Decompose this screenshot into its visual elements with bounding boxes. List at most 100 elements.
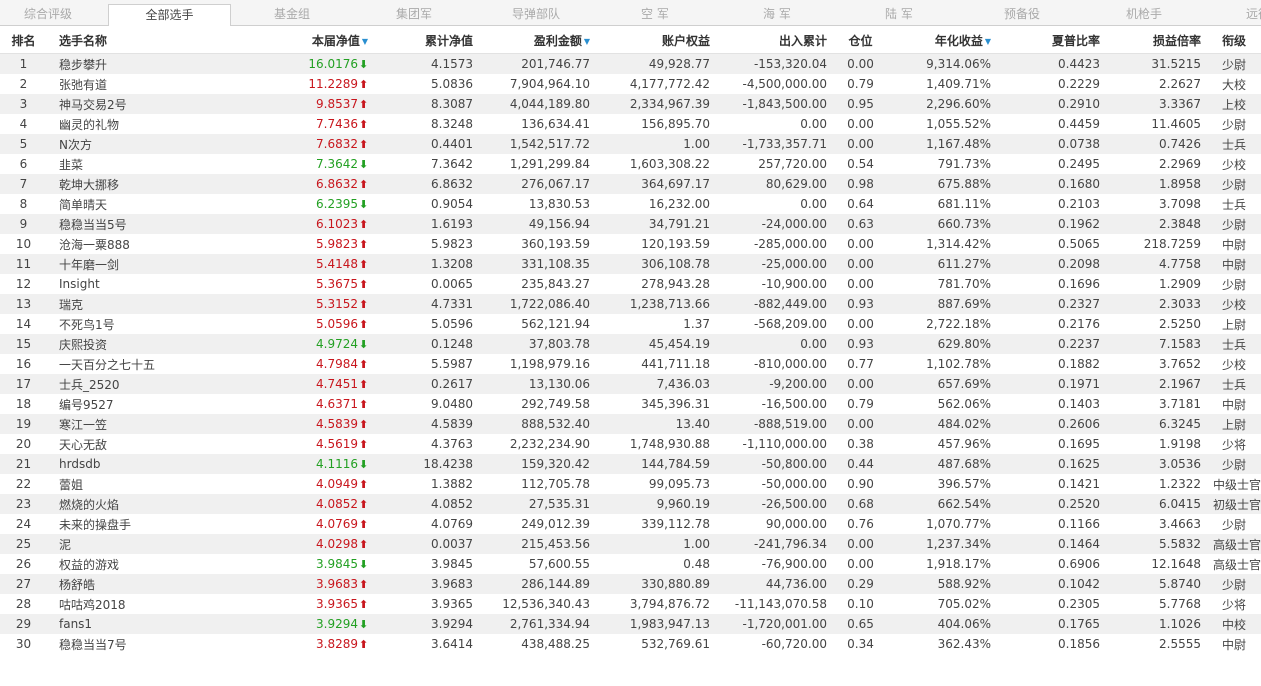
cell-player-name[interactable]: 张弛有道 (47, 74, 250, 94)
table-row[interactable]: 21 hrdsdb 4.1116⬇ 18.4238 159,320.42 144,784.… (0, 454, 1261, 474)
header-nav[interactable]: 本届净值 ▼ (250, 27, 374, 54)
cell-player-name[interactable]: N次方 (47, 134, 250, 154)
table-row[interactable]: 19 寒江一笠 4.5839⬆ 4.5839 888,532.40 13.40 -888,5… (0, 414, 1261, 434)
tab-overall-rating[interactable]: 综合评级 (24, 0, 72, 26)
table-row[interactable]: 11 十年磨一剑 5.4148⬆ 1.3208 331,108.35 306,108.78… (0, 254, 1261, 274)
table-row[interactable]: 9 稳稳当当5号 6.1023⬆ 1.6193 49,156.94 34,791.21 -2… (0, 214, 1261, 234)
cell-nav: 5.3675⬆ (250, 274, 374, 294)
tab-all-players[interactable]: 全部选手 (108, 4, 231, 26)
cell-player-name[interactable]: 幽灵的礼物 (47, 114, 250, 134)
table-row[interactable]: 6 韭菜 7.3642⬇ 7.3642 1,291,299.84 1,603,308.22… (0, 154, 1261, 174)
cell-sharpe-ratio: 0.1882 (997, 354, 1106, 374)
cell-player-name[interactable]: 稳步攀升 (47, 53, 250, 74)
cell-player-name[interactable]: 一天百分之七十五 (47, 354, 250, 374)
table-row[interactable]: 30 稳稳当当7号 3.8289⬆ 3.6414 438,488.25 532,769.6… (0, 634, 1261, 654)
table-row[interactable]: 24 未来的操盘手 4.0769⬆ 4.0769 249,012.39 339,112.7… (0, 514, 1261, 534)
table-row[interactable]: 26 权益的游戏 3.9845⬇ 3.9845 57,600.55 0.48 -76,900… (0, 554, 1261, 574)
cell-flow-total: -60,720.00 (716, 634, 833, 654)
cell-cumulative-nav: 5.0836 (374, 74, 479, 94)
table-row[interactable]: 15 庆熙投资 4.9724⬇ 0.1248 37,803.78 45,454.19 0.0… (0, 334, 1261, 354)
cell-player-name[interactable]: 泥 (47, 534, 250, 554)
nav-value: 5.9823 (316, 237, 358, 251)
cell-rank-title: 少校 (1207, 154, 1261, 174)
tab-reserve[interactable]: 预备役 (1004, 0, 1040, 26)
cell-player-name[interactable]: 杨舒皓 (47, 574, 250, 594)
table-row[interactable]: 29 fans1 3.9294⬇ 3.9294 2,761,334.94 1,983,94… (0, 614, 1261, 634)
tab-group-army[interactable]: 集团军 (396, 0, 432, 26)
table-row[interactable]: 3 神马交易2号 9.8537⬆ 8.3087 4,044,189.80 2,334,96… (0, 94, 1261, 114)
table-row[interactable]: 20 天心无敌 4.5619⬆ 4.3763 2,232,234.90 1,748,930… (0, 434, 1261, 454)
cell-player-name[interactable]: 士兵_2520 (47, 374, 250, 394)
cell-player-name[interactable]: 稳稳当当5号 (47, 214, 250, 234)
tab-missile-force[interactable]: 导弹部队 (512, 0, 560, 26)
table-row[interactable]: 10 沧海一粟888 5.9823⬆ 5.9823 360,193.59 120,193.… (0, 234, 1261, 254)
cell-nav: 4.5619⬆ (250, 434, 374, 454)
cell-player-name[interactable]: fans1 (47, 614, 250, 634)
cell-player-name[interactable]: 沧海一粟888 (47, 234, 250, 254)
table-row[interactable]: 23 燃烧的火焰 4.0852⬆ 4.0852 27,535.31 9,960.19 -26… (0, 494, 1261, 514)
cell-player-name[interactable]: 天心无敌 (47, 434, 250, 454)
table-row[interactable]: 22 蕾姐 4.0949⬆ 1.3882 112,705.78 99,095.73 -50,… (0, 474, 1261, 494)
cell-player-name[interactable]: 韭菜 (47, 154, 250, 174)
table-row[interactable]: 1 稳步攀升 16.0176⬇ 4.1573 201,746.77 49,928.77 -1… (0, 53, 1261, 74)
cell-annual-return: 396.57% (888, 474, 997, 494)
cell-annual-return: 681.11% (888, 194, 997, 214)
arrow-up-icon: ⬆ (359, 118, 369, 131)
header-profit[interactable]: 盈利金额 ▼ (479, 27, 596, 54)
tab-air-force[interactable]: 空 军 (641, 0, 669, 26)
table-row[interactable]: 27 杨舒皓 3.9683⬆ 3.9683 286,144.89 330,880.89 44… (0, 574, 1261, 594)
cell-player-name[interactable]: Insight (47, 274, 250, 294)
cell-profit: 136,634.41 (479, 114, 596, 134)
tab-navy[interactable]: 海 军 (763, 0, 791, 26)
table-row[interactable]: 25 泥 4.0298⬆ 0.0037 215,453.56 1.00 -241,796.3… (0, 534, 1261, 554)
table-row[interactable]: 4 幽灵的礼物 7.7436⬆ 8.3248 136,634.41 156,895.70 0… (0, 114, 1261, 134)
cell-player-name[interactable]: 寒江一笠 (47, 414, 250, 434)
nav-value: 7.6832 (316, 137, 358, 151)
cell-profit: 360,193.59 (479, 234, 596, 254)
cell-pl-ratio: 5.7768 (1106, 594, 1207, 614)
cell-player-name[interactable]: 燃烧的火焰 (47, 494, 250, 514)
header-annual-return[interactable]: 年化收益 ▼ (888, 27, 997, 54)
tab-fund-group[interactable]: 基金组 (274, 0, 310, 26)
nav-value: 9.8537 (316, 97, 358, 111)
cell-player-name[interactable]: 未来的操盘手 (47, 514, 250, 534)
cell-player-name[interactable]: hrdsdb (47, 454, 250, 474)
table-row[interactable]: 8 简单晴天 6.2395⬇ 0.9054 13,830.53 16,232.00 0.00… (0, 194, 1261, 214)
cell-rank-title: 中尉 (1207, 634, 1261, 654)
tab-army[interactable]: 陆 军 (885, 0, 913, 26)
cell-player-name[interactable]: 十年磨一剑 (47, 254, 250, 274)
table-row[interactable]: 12 Insight 5.3675⬆ 0.0065 235,843.27 278,943.… (0, 274, 1261, 294)
table-row[interactable]: 16 一天百分之七十五 4.7984⬆ 5.5987 1,198,979.16 441,7… (0, 354, 1261, 374)
table-row[interactable]: 7 乾坤大挪移 6.8632⬆ 6.8632 276,067.17 364,697.17 8… (0, 174, 1261, 194)
cell-rank-title: 士兵 (1207, 194, 1261, 214)
tab-expedition[interactable]: 远征 (1246, 0, 1261, 26)
cell-player-name[interactable]: 瑞克 (47, 294, 250, 314)
cell-player-name[interactable]: 简单晴天 (47, 194, 250, 214)
table-row[interactable]: 14 不死鸟1号 5.0596⬆ 5.0596 562,121.94 1.37 -568,2… (0, 314, 1261, 334)
table-row[interactable]: 18 编号9527 4.6371⬆ 9.0480 292,749.58 345,396.3… (0, 394, 1261, 414)
cell-flow-total: -810,000.00 (716, 354, 833, 374)
sort-desc-icon[interactable]: ▼ (985, 37, 991, 46)
cell-player-name[interactable]: 乾坤大挪移 (47, 174, 250, 194)
cell-player-name[interactable]: 庆熙投资 (47, 334, 250, 354)
sort-desc-icon[interactable]: ▼ (584, 37, 590, 46)
cell-sharpe-ratio: 0.2229 (997, 74, 1106, 94)
cell-player-name[interactable]: 神马交易2号 (47, 94, 250, 114)
cell-profit: 13,130.06 (479, 374, 596, 394)
sort-desc-icon[interactable]: ▼ (362, 37, 368, 46)
cell-sharpe-ratio: 0.2520 (997, 494, 1106, 514)
table-row[interactable]: 13 瑞克 5.3152⬆ 4.7331 1,722,086.40 1,238,713.6… (0, 294, 1261, 314)
table-row[interactable]: 17 士兵_2520 4.7451⬆ 0.2617 13,130.06 7,436.03-… (0, 374, 1261, 394)
table-row[interactable]: 2 张弛有道 11.2289⬆ 5.0836 7,904,964.10 4,177,772… (0, 74, 1261, 94)
cell-player-name[interactable]: 稳稳当当7号 (47, 634, 250, 654)
cell-player-name[interactable]: 蕾姐 (47, 474, 250, 494)
table-row[interactable]: 5 N次方 7.6832⬆ 0.4401 1,542,517.72 1.00 -1,733,… (0, 134, 1261, 154)
cell-pl-ratio: 5.5832 (1106, 534, 1207, 554)
cell-player-name[interactable]: 编号9527 (47, 394, 250, 414)
cell-pl-ratio: 7.1583 (1106, 334, 1207, 354)
cell-player-name[interactable]: 不死鸟1号 (47, 314, 250, 334)
cell-player-name[interactable]: 权益的游戏 (47, 554, 250, 574)
cell-player-name[interactable]: 咕咕鸡2018 (47, 594, 250, 614)
table-row[interactable]: 28 咕咕鸡2018 3.9365⬆ 3.9365 12,536,340.43 3,794… (0, 594, 1261, 614)
tab-gunner[interactable]: 机枪手 (1126, 0, 1162, 26)
